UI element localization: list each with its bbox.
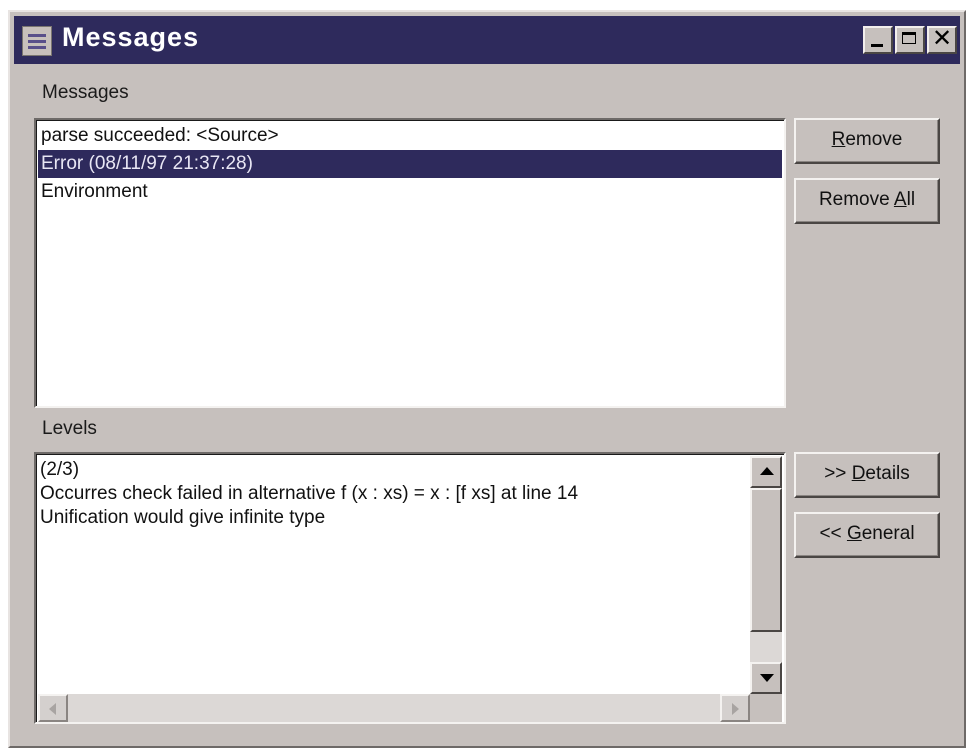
horizontal-scrollbar[interactable]	[38, 694, 750, 722]
general-button[interactable]: << General	[794, 512, 940, 558]
messages-list-item-selected[interactable]: Error (08/11/97 21:37:28)	[38, 150, 782, 178]
title-bar[interactable]: Messages ✕	[14, 16, 960, 64]
levels-group-label: Levels	[42, 418, 97, 439]
remove-all-button[interactable]: Remove All	[794, 178, 940, 224]
window-title: Messages	[62, 22, 200, 52]
scroll-up-button[interactable]	[750, 456, 782, 488]
arrow-down-icon	[760, 674, 774, 682]
levels-text-area[interactable]: (2/3) Occurres check failed in alternati…	[34, 452, 786, 724]
maximize-icon[interactable]	[895, 26, 925, 54]
vertical-scrollbar[interactable]	[750, 456, 782, 694]
scroll-down-button[interactable]	[750, 662, 782, 694]
levels-line: Unification would give infinite type	[40, 507, 326, 528]
details-button[interactable]: >> Details	[794, 452, 940, 498]
messages-list[interactable]: parse succeeded: <Source> Error (08/11/9…	[34, 118, 786, 408]
remove-button[interactable]: Remove	[794, 118, 940, 164]
messages-group-label: Messages	[42, 82, 129, 103]
levels-line: (2/3)	[40, 459, 80, 480]
arrow-up-icon	[760, 467, 774, 475]
scrollbar-corner	[750, 694, 782, 722]
scroll-left-button[interactable]	[38, 694, 68, 722]
messages-app-icon[interactable]	[22, 26, 52, 56]
scroll-thumb[interactable]	[750, 488, 782, 632]
levels-line: Occurres check failed in alternative f (…	[40, 483, 579, 504]
scroll-right-button[interactable]	[720, 694, 750, 722]
messages-window: Messages ✕ Messages parse succeeded: <So…	[8, 10, 966, 748]
arrow-left-icon	[49, 703, 56, 715]
messages-list-item[interactable]: parse succeeded: <Source>	[38, 122, 782, 150]
arrow-right-icon	[732, 703, 739, 715]
close-icon[interactable]: ✕	[927, 26, 957, 54]
messages-list-item[interactable]: Environment	[38, 178, 782, 206]
minimize-icon[interactable]	[863, 26, 893, 54]
